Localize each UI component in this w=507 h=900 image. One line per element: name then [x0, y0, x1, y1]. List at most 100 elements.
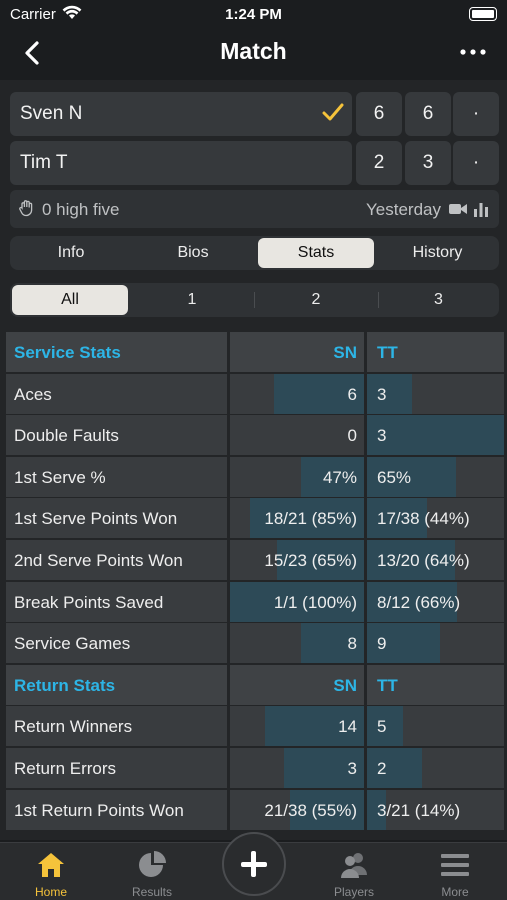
stat-sn-value: SN [333, 676, 357, 695]
stat-tt-cell: 3 [367, 415, 504, 455]
stat-sn-value: 15/23 (65%) [264, 551, 357, 570]
stat-sn-cell: 15/23 (65%) [230, 540, 364, 580]
stats-row: 1st Serve Points Won 18/21 (85%) 17/38 (44… [6, 498, 504, 538]
tab-bar-label: Home [34, 885, 67, 899]
video-camera-icon[interactable] [449, 202, 467, 216]
stat-sn-value: 21/38 (55%) [264, 801, 357, 820]
stats-row: Break Points Saved 1/1 (100%) 8/12 (66%) [6, 582, 504, 622]
stat-name: Break Points Saved [14, 593, 164, 612]
tt-share-bar [367, 374, 412, 414]
divider [378, 292, 379, 308]
match-tabs: Info Bios Stats History [10, 236, 499, 270]
stat-tt-cell: 65% [367, 457, 504, 497]
stat-label-cell: Double Faults [6, 415, 227, 455]
more-options-icon[interactable] [459, 44, 487, 60]
stat-label-cell: Aces [6, 374, 227, 414]
stat-tt-value: 3 [377, 385, 387, 404]
stat-sn-cell: 8 [230, 623, 364, 663]
stat-tt-cell: 2 [367, 748, 504, 788]
stats-row: Return Errors 3 2 [6, 748, 504, 788]
tab-bar-label: More [441, 885, 469, 899]
player-row-2[interactable]: Tim T [10, 141, 352, 185]
stat-name: Service Games [14, 634, 131, 653]
stat-name: 2nd Serve Points Won [14, 551, 183, 570]
stat-sn-value: 6 [347, 385, 357, 404]
stat-label-cell: 1st Serve Points Won [6, 498, 227, 538]
stat-tt-value: TT [377, 676, 398, 695]
clock: 1:24 PM [225, 6, 282, 23]
set-score-cell: · [453, 141, 499, 185]
set-filter-1[interactable]: 1 [132, 285, 252, 315]
add-match-button[interactable] [222, 832, 286, 896]
stat-sn-cell: 6 [230, 374, 364, 414]
stat-name: Return Winners [14, 717, 133, 736]
home-icon [38, 853, 64, 877]
battery-icon [469, 7, 497, 21]
set-score-cell: 2 [356, 141, 402, 185]
stat-sn-cell: 21/38 (55%) [230, 790, 364, 830]
stat-tt-value: 17/38 (44%) [377, 509, 470, 528]
stat-tt-value: 9 [377, 634, 387, 653]
stat-tt-value: 13/20 (64%) [377, 551, 470, 570]
match-date: Yesterday [366, 200, 441, 219]
set-score-cell: · [453, 92, 499, 136]
player-name: Sven N [20, 103, 83, 124]
stat-sn-value: SN [333, 343, 357, 362]
stat-tt-value: 3/21 (14%) [377, 801, 461, 820]
high-five-count: 0 high five [42, 200, 120, 219]
tab-bar-label: Players [333, 885, 374, 899]
stat-tt-value: 3 [377, 426, 387, 445]
set-filter-all[interactable]: All [12, 285, 128, 315]
tt-share-bar [367, 748, 422, 788]
stat-tt-cell: 8/12 (66%) [367, 582, 504, 622]
stat-tt-cell: 9 [367, 623, 504, 663]
menu-icon [441, 854, 469, 876]
stat-sn-value: 8 [347, 634, 357, 653]
tab-bar-players[interactable]: Players [304, 843, 404, 900]
winner-check-icon [322, 103, 344, 121]
status-bar: Carrier 1:24 PM [0, 0, 507, 30]
stat-sn-value: 14 [338, 717, 357, 736]
tab-history[interactable]: History [378, 238, 497, 268]
stat-tt-value: 65% [377, 468, 412, 487]
stat-label-cell: 1st Return Points Won [6, 790, 227, 830]
stat-sn-value: 0 [347, 426, 357, 445]
set-score-cell: 6 [356, 92, 402, 136]
tab-bar-more[interactable]: More [405, 843, 505, 900]
stat-sn-value: 3 [347, 759, 357, 778]
set-filter-2[interactable]: 2 [256, 285, 376, 315]
section-title: Service Stats [14, 343, 121, 362]
section-title: Return Stats [14, 676, 116, 695]
tab-bios[interactable]: Bios [134, 238, 252, 268]
stat-tt-cell: TT [367, 332, 504, 372]
players-icon [341, 853, 367, 878]
stat-label-cell: Return Stats [6, 665, 227, 705]
stat-sn-value: 1/1 (100%) [273, 593, 357, 612]
player-row-1[interactable]: Sven N [10, 92, 352, 136]
high-five-hand-icon[interactable] [18, 199, 36, 217]
player-name: Tim T [20, 152, 68, 173]
set-filter-3[interactable]: 3 [380, 285, 497, 315]
tab-bar-home[interactable]: Home [1, 843, 101, 900]
stat-name: 1st Serve % [14, 468, 106, 487]
pie-chart-icon [139, 851, 166, 877]
set-score-cell: 6 [405, 92, 451, 136]
tab-bar-results[interactable]: Results [102, 843, 202, 900]
stat-name: Double Faults [14, 426, 119, 445]
stats-row: 1st Return Points Won 21/38 (55%) 3/21 (14… [6, 790, 504, 830]
tab-stats[interactable]: Stats [258, 238, 374, 268]
bar-chart-icon[interactable] [473, 201, 489, 217]
stat-sn-cell: 0 [230, 415, 364, 455]
stat-sn-cell: 14 [230, 706, 364, 746]
stat-label-cell: Service Stats [6, 332, 227, 372]
stats-row: 1st Serve % 47% 65% [6, 457, 504, 497]
stats-section-header: Service Stats SN TT [6, 332, 504, 372]
stat-tt-value: 5 [377, 717, 387, 736]
set-filter: All 1 2 3 [10, 283, 499, 317]
stats-row: Aces 6 3 [6, 374, 504, 414]
stat-label-cell: Break Points Saved [6, 582, 227, 622]
stat-name: 1st Return Points Won [14, 801, 184, 820]
stat-tt-cell: TT [367, 665, 504, 705]
stat-sn-cell: 47% [230, 457, 364, 497]
tab-info[interactable]: Info [12, 238, 130, 268]
